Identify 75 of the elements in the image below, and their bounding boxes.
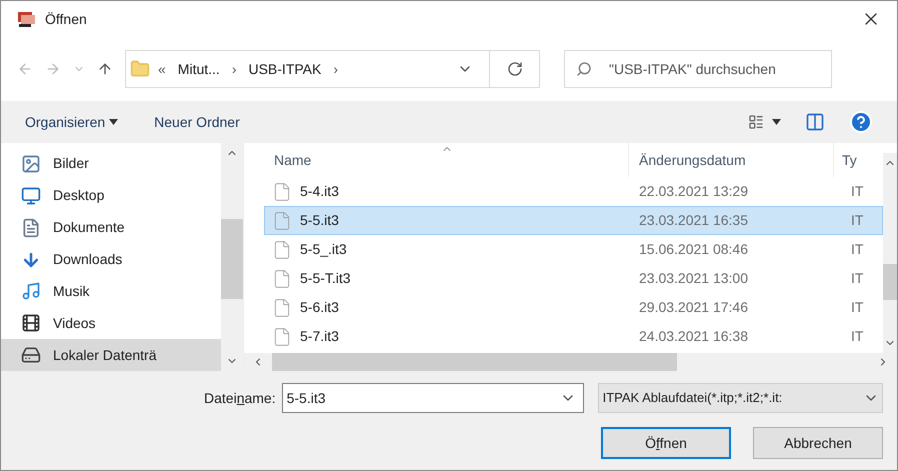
search-field[interactable]: "USB-ITPAK" durchsuchen <box>564 50 832 88</box>
sidebar-item[interactable]: Videos <box>1 307 221 340</box>
file-row[interactable]: 5-6.it3 29.03.2021 17:46 IT <box>264 293 883 322</box>
music-note-icon <box>21 281 41 302</box>
desktop-icon <box>21 186 41 206</box>
dropdown-arrow-icon[interactable] <box>772 119 781 125</box>
filename-label: Dateiname: <box>204 388 276 408</box>
file-name: 5-5_.it3 <box>300 240 347 259</box>
film-icon <box>21 313 41 334</box>
file-name: 5-4.it3 <box>300 182 339 201</box>
dropdown-arrow-icon <box>109 119 118 125</box>
column-header[interactable]: Ty <box>833 143 857 177</box>
address-bar[interactable]: « Mitut... › USB-ITPAK › <box>125 50 540 88</box>
drive-icon <box>21 345 41 366</box>
organize-menu[interactable]: Organisieren <box>25 112 118 132</box>
modified-date: 24.03.2021 16:38 <box>638 327 749 346</box>
new-folder-button[interactable]: Neuer Ordner <box>154 112 240 132</box>
modified-date: 23.03.2021 13:00 <box>638 269 749 288</box>
file-type: IT <box>851 240 864 259</box>
file-icon <box>272 326 292 346</box>
search-icon <box>576 61 592 77</box>
help-icon[interactable] <box>849 110 873 134</box>
modified-date: 22.03.2021 13:29 <box>638 182 749 201</box>
modified-date: 15.06.2021 08:46 <box>638 240 749 259</box>
sidebar-item[interactable]: Musik <box>1 275 221 308</box>
overflow-chevrons[interactable]: « <box>158 58 166 80</box>
file-name: 5-5.it3 <box>300 211 339 230</box>
breadcrumb-separator[interactable]: › <box>333 58 338 80</box>
scrollbar-thumb[interactable] <box>221 219 243 299</box>
view-list-icon[interactable] <box>748 114 764 130</box>
filename-field[interactable]: 5-5.it3 <box>282 383 584 413</box>
file-icon <box>272 240 292 260</box>
file-name: 5-6.it3 <box>300 298 339 317</box>
file-icon <box>272 268 292 288</box>
file-icon <box>272 210 292 230</box>
cancel-button[interactable]: Abbrechen <box>753 427 883 459</box>
preview-pane-icon[interactable] <box>805 112 825 132</box>
sidebar-item[interactable]: Lokaler Datenträ <box>1 339 221 372</box>
breadcrumb[interactable]: USB-ITPAK <box>244 58 326 80</box>
file-icon <box>272 298 292 318</box>
column-header[interactable]: Änderungsdatum <box>628 143 833 177</box>
file-row[interactable]: 5-5_.it3 15.06.2021 08:46 IT <box>264 235 883 264</box>
open-button[interactable]: Öffnen <box>601 427 731 459</box>
sidebar-item[interactable]: Bilder <box>1 148 221 180</box>
sidebar-item[interactable]: Downloads <box>1 244 221 276</box>
file-name: 5-7.it3 <box>300 327 339 346</box>
window-title: Öffnen <box>45 10 88 28</box>
pictures-icon <box>21 154 41 174</box>
file-row[interactable]: 5-5-T.it3 23.03.2021 13:00 IT <box>264 264 883 293</box>
file-type: IT <box>851 327 864 346</box>
up-icon[interactable] <box>97 61 113 77</box>
file-row[interactable]: 5-4.it3 22.03.2021 13:29 IT <box>264 177 883 206</box>
horizontal-scrollbar[interactable] <box>244 353 897 371</box>
file-type: IT <box>851 298 864 317</box>
sidebar-item[interactable]: Desktop <box>1 180 221 212</box>
modified-date: 29.03.2021 17:46 <box>638 298 749 317</box>
app-icon <box>17 10 37 28</box>
file-row[interactable]: 5-7.it3 24.03.2021 16:38 IT <box>264 322 883 351</box>
column-header[interactable]: Name <box>244 150 628 170</box>
file-type-dropdown[interactable]: ITPAK Ablaufdatei(*.itp;*.it2;*.it: <box>598 383 883 413</box>
scrollbar-thumb[interactable] <box>883 264 897 300</box>
sidebar-item[interactable]: Dokumente <box>1 212 221 244</box>
refresh-icon[interactable] <box>506 61 522 77</box>
file-type: IT <box>851 211 864 230</box>
document-icon <box>21 218 41 238</box>
file-type: IT <box>851 269 864 288</box>
modified-date: 23.03.2021 16:35 <box>638 211 749 230</box>
file-type: IT <box>851 182 864 201</box>
breadcrumb[interactable]: Mitut... <box>174 58 224 80</box>
breadcrumb-separator[interactable]: › <box>232 58 236 80</box>
scrollbar-thumb[interactable] <box>272 353 677 371</box>
file-icon <box>272 182 292 202</box>
file-row[interactable]: 5-5.it3 23.03.2021 16:35 IT <box>264 206 883 235</box>
file-name: 5-5-T.it3 <box>300 269 351 288</box>
vertical-scrollbar[interactable] <box>883 153 897 353</box>
